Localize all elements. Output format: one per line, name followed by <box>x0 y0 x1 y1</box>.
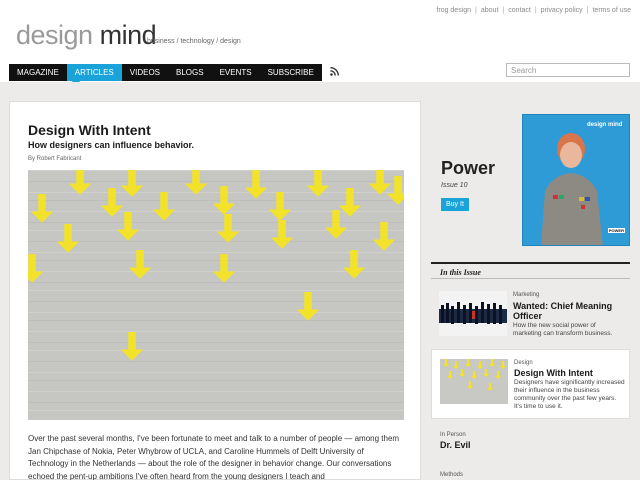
site-tagline: business / technology / design <box>147 38 241 45</box>
item-description: How the new social power of marketing ca… <box>513 322 613 337</box>
cover-word: POWER <box>607 228 625 233</box>
issue-title: Power <box>441 158 496 178</box>
nav-item-blogs[interactable]: BLOGS <box>168 64 212 81</box>
issue-list-item-active[interactable]: Design Design With Intent Designers have… <box>431 349 630 419</box>
nav-item-events[interactable]: EVENTS <box>212 64 260 81</box>
site-logo[interactable]: design mind <box>16 18 157 52</box>
link-terms-of-use[interactable]: terms of use <box>592 7 631 14</box>
cover-portrait <box>541 133 603 245</box>
rss-icon[interactable] <box>330 67 339 76</box>
item-title[interactable]: Dr. Evil <box>440 440 471 450</box>
item-category: Marketing <box>513 292 540 298</box>
separator: | <box>475 7 477 14</box>
separator: | <box>534 7 537 14</box>
link-privacy-policy[interactable]: privacy policy <box>541 7 583 14</box>
article-byline: By Robert Fabricant <box>28 156 82 162</box>
issue-list-item[interactable]: Marketing Wanted: Chief Meaning Officer … <box>431 285 630 343</box>
article-subtitle: How designers can influence behavior. <box>28 140 195 150</box>
separator: | <box>502 7 505 14</box>
item-description: Designers have significantly increased t… <box>514 379 625 410</box>
item-category: Design <box>514 360 533 366</box>
nav-item-videos[interactable]: VIDEOS <box>122 64 168 81</box>
crowd-thumbnail <box>439 291 507 336</box>
separator: | <box>586 7 589 14</box>
in-this-issue-heading: In this Issue <box>440 268 481 277</box>
link-contact[interactable]: contact <box>508 7 531 14</box>
search-input[interactable] <box>506 63 630 77</box>
magazine-cover[interactable]: design mind POWER <box>522 114 630 246</box>
article-title: Design With Intent <box>28 122 151 138</box>
arrows-thumbnail <box>440 359 508 404</box>
nav-item-subscribe[interactable]: SUBSCRIBE <box>260 64 322 81</box>
issue-number: Issue 10 <box>441 182 468 189</box>
in-this-issue-header: In this Issue <box>431 262 630 279</box>
current-issue-promo: Power Issue 10 Buy It design mind POWER <box>431 101 630 253</box>
article-card: Design With Intent How designers can inf… <box>9 101 421 480</box>
utility-links: frog design | about | contact | privacy policy… <box>436 7 631 14</box>
nav-item-magazine[interactable]: MAGAZINE <box>9 64 67 81</box>
article-hero-image <box>28 170 404 420</box>
logo-part-mind: mind <box>99 20 157 50</box>
issue-list-item[interactable]: In Person Dr. Evil <box>431 430 630 456</box>
issue-list-item[interactable]: Methods <box>431 470 630 480</box>
article-body: Over the past several months, I've been … <box>28 434 400 480</box>
link-frog-design[interactable]: frog design <box>436 7 471 14</box>
item-title[interactable]: Design With Intent <box>514 368 593 378</box>
link-about[interactable]: about <box>481 7 499 14</box>
item-title[interactable]: Wanted: Chief Meaning Officer <box>513 301 625 321</box>
item-category: Methods <box>440 472 464 478</box>
logo-part-design: design <box>16 20 93 50</box>
main-nav: MAGAZINE ARTICLES VIDEOS BLOGS EVENTS SU… <box>9 64 322 89</box>
nav-item-articles[interactable]: ARTICLES <box>66 64 122 89</box>
buy-it-button[interactable]: Buy It <box>441 198 469 211</box>
item-category: In Person <box>440 432 466 438</box>
